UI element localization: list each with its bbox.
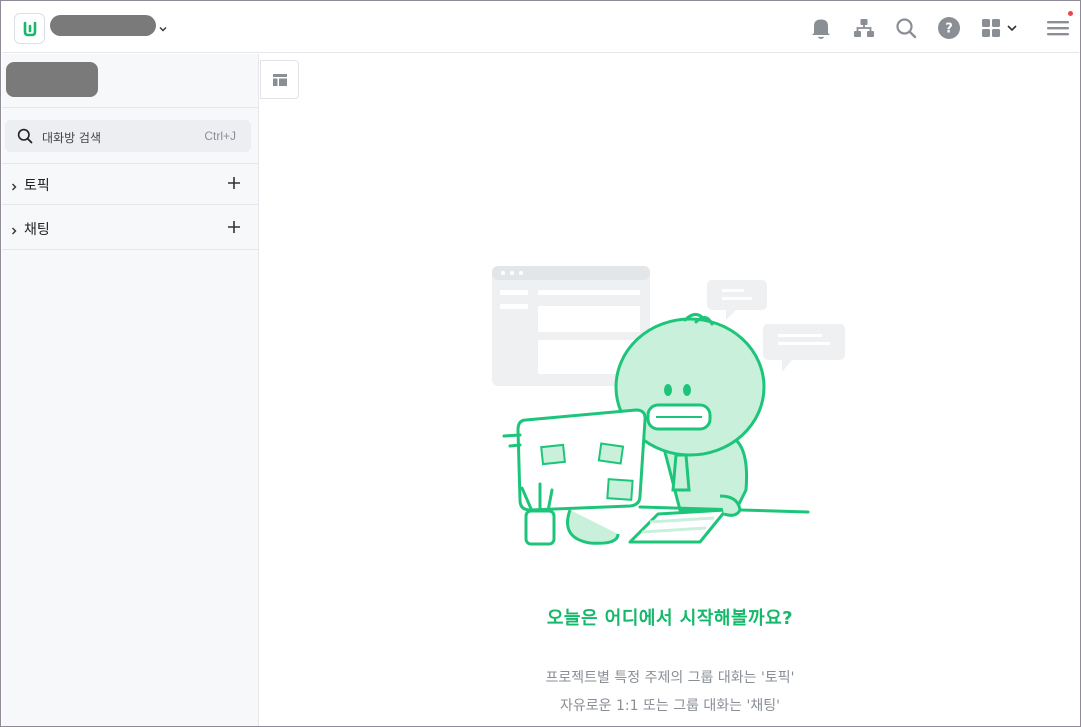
divider [2, 107, 259, 108]
empty-state-headline: 오늘은 어디에서 시작해볼까요? [546, 608, 794, 629]
section-chat[interactable]: 채팅 [2, 207, 259, 249]
bell-icon[interactable] [808, 15, 834, 41]
panel-toggle-button[interactable] [260, 60, 299, 99]
search-icon[interactable] [893, 15, 919, 41]
menu-icon[interactable] [1045, 15, 1071, 41]
section-label: 토픽 [24, 178, 50, 194]
app-window: ? 대화방 검색 Ctrl+J 토픽 채팅 오늘은 어디에서 시작해볼까요? 프… [0, 0, 1081, 727]
divider [2, 204, 259, 205]
section-label: 채팅 [24, 222, 50, 238]
divider [2, 249, 259, 250]
search-placeholder: 대화방 검색 [42, 131, 102, 145]
workspace-logo-icon[interactable] [14, 13, 45, 44]
workspace-name[interactable] [50, 15, 156, 36]
layout-icon [272, 73, 287, 86]
empty-state-desc-chat: 자유로운 1:1 또는 그룹 대화는 '채팅' [560, 698, 780, 714]
add-topic-icon[interactable] [227, 175, 241, 194]
main-content: 오늘은 어디에서 시작해볼까요? 프로젝트별 특정 주제의 그룹 대화는 '토픽… [260, 54, 1080, 726]
chevron-right-icon [10, 177, 18, 196]
help-glyph: ? [945, 22, 953, 37]
apps-grid-icon[interactable] [981, 15, 1025, 41]
top-bar: ? [2, 2, 1079, 53]
notification-dot [1068, 11, 1073, 16]
empty-state-desc-topic: 프로젝트별 특정 주제의 그룹 대화는 '토픽' [545, 670, 795, 686]
section-topic[interactable]: 토픽 [2, 163, 259, 205]
search-shortcut: Ctrl+J [204, 129, 236, 143]
org-chart-icon[interactable] [851, 15, 877, 41]
add-chat-icon[interactable] [227, 219, 241, 238]
search-icon [17, 128, 33, 148]
chevron-right-icon [10, 221, 18, 240]
help-icon[interactable]: ? [936, 15, 962, 41]
empty-state-illustration [490, 260, 850, 554]
sidebar: 대화방 검색 Ctrl+J 토픽 채팅 [2, 54, 259, 726]
profile-name[interactable] [6, 62, 98, 97]
chevron-down-icon[interactable] [158, 19, 168, 38]
room-search-input[interactable]: 대화방 검색 Ctrl+J [5, 120, 251, 152]
